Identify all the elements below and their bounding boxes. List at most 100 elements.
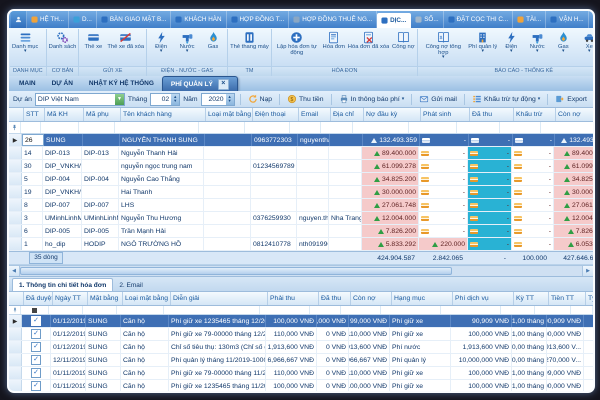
col-header-da_thu[interactable]: Đã thu <box>319 292 351 305</box>
year-input[interactable]: 2020 ▲▼ <box>201 93 235 106</box>
cell-loai[interactable]: Căn hộ <box>121 380 169 392</box>
cell-ky_tt[interactable]: 0,00 tháng <box>512 341 547 353</box>
app-tab[interactable] <box>11 11 27 28</box>
cell-ten[interactable]: LHS <box>119 199 204 211</box>
cell-stt[interactable]: 3 <box>22 212 43 224</box>
cell-dien_thoai[interactable]: 0812410778 <box>251 238 297 250</box>
col-header-dien_giai[interactable]: Diễn giải <box>171 292 268 305</box>
cell-dien_giai[interactable]: Phí giữ xe 1235465 tháng 11/2019 <box>169 380 266 392</box>
col-header-loai[interactable]: Loại mặt bằng <box>123 292 171 305</box>
cell-ma_kh[interactable]: SUNG <box>44 134 83 146</box>
cell-email[interactable] <box>297 225 329 237</box>
app-tab[interactable]: BÀN GIAO MẶT B... <box>97 11 172 28</box>
cell-con_no[interactable]: 6,966,667 VNĐ <box>349 354 390 366</box>
cell-phai_thu[interactable]: 100,000 VNĐ <box>266 380 317 392</box>
table-row[interactable]: 19DIP_VNKH/6...Hai Thanh30.000.000---30.… <box>9 186 593 199</box>
cell-dien_thoai[interactable] <box>251 147 297 159</box>
cell-con_no[interactable]: 110,000 VNĐ <box>349 367 390 379</box>
cell-ma_phu[interactable]: DIP-005 <box>82 225 119 237</box>
cell-da_thu[interactable]: 1,000 VNĐ <box>317 315 349 327</box>
table-row[interactable]: 8DIP-007DIP-007LHS27.061.748---27.061.74… <box>9 199 593 212</box>
filter-cell[interactable] <box>41 122 79 133</box>
cell-dia_chi[interactable] <box>329 199 362 211</box>
col-header-phai_thu[interactable]: Phải thu <box>268 292 319 305</box>
cell-dien_thoai[interactable] <box>251 173 297 185</box>
col-header-ngay_tt[interactable]: Ngày TT <box>53 292 88 305</box>
cell-ty_le[interactable]: 0,0 <box>584 341 593 353</box>
ribbon-button[interactable]: Công nợ <box>390 30 416 50</box>
cell-loai[interactable] <box>204 212 251 224</box>
scrollbar-thumb[interactable] <box>20 267 452 275</box>
cell-tien_tt[interactable]: 90,909 VNĐ <box>547 315 584 327</box>
ribbon-button[interactable]: Xe▾ <box>576 30 593 53</box>
cell-ten[interactable]: Nguyễn Cao Thắng <box>119 173 204 185</box>
cell-phat_sinh[interactable]: - <box>420 134 469 146</box>
cell-no_dau_ky[interactable]: 30.000.000 <box>362 186 419 198</box>
cell-phi_dich_vu[interactable]: 1,913,600 VNĐ <box>451 341 512 353</box>
cell-ty_le[interactable]: 0,0 <box>584 328 593 340</box>
cell-ky_tt[interactable]: 1,00 tháng <box>512 328 547 340</box>
cell-con_no[interactable]: 99,000 VNĐ <box>349 315 390 327</box>
col-header-phi_dich_vu[interactable]: Phí dịch vụ <box>453 292 514 305</box>
cell-phai_thu[interactable]: 110,000 VNĐ <box>266 328 317 340</box>
col-header-tien_tt[interactable]: Tiền TT <box>549 292 586 305</box>
app-tab[interactable]: HỢP ĐỒNG THUÊ NG... <box>289 11 377 28</box>
cell-con_no[interactable]: 132.493.359 <box>555 134 593 146</box>
cell-duyet[interactable]: ✓ <box>22 380 51 392</box>
cell-mat_bang[interactable]: SUNG <box>86 315 121 327</box>
cell-stt[interactable]: 1 <box>22 238 43 250</box>
cell-dien_giai[interactable]: Phí giữ xe 79-00000 tháng 12/2019 <box>169 328 266 340</box>
cell-tien_tt[interactable]: 6,270,000 V... <box>547 354 584 366</box>
cell-email[interactable] <box>297 199 329 211</box>
col-header-duyet[interactable]: Đã duyệt <box>24 292 53 305</box>
ribbon-button[interactable]: $Công nợ tổng hợp▾ <box>419 30 467 59</box>
cell-da_thu[interactable]: - <box>468 225 512 237</box>
cell-ten[interactable]: Nguyễn Thanh Hải <box>119 147 204 159</box>
ribbon-button[interactable]: Gas▾ <box>550 30 576 53</box>
ribbon-button[interactable]: Điện▾ <box>498 30 524 53</box>
cell-email[interactable]: nguyentha.. <box>298 134 330 146</box>
cell-ngay_tt[interactable]: 01/12/2019 <box>51 328 86 340</box>
cell-duyet[interactable]: ✓ <box>22 328 51 340</box>
filter-cell[interactable] <box>164 306 260 314</box>
cell-hang_muc[interactable]: Phí giữ xe <box>390 328 451 340</box>
cell-duyet[interactable]: ✓ <box>22 315 51 327</box>
cell-dien_thoai[interactable] <box>251 199 297 211</box>
col-header-con_no[interactable]: Còn nợ <box>351 292 392 305</box>
table-row[interactable]: ✓01/11/2019SUNGCăn hộPhí giữ xe 79-00000… <box>9 367 593 380</box>
cell-tien_tt[interactable]: 99,000 VNĐ <box>547 367 584 379</box>
filter-cell[interactable] <box>199 122 245 133</box>
ribbon-button[interactable]: Hóa đơn đã xóa <box>347 30 391 50</box>
cell-dien_thoai[interactable] <box>251 225 297 237</box>
cell-da_thu[interactable]: - <box>468 212 512 224</box>
cell-stt[interactable]: 30 <box>22 160 43 172</box>
filter-cell[interactable] <box>501 306 535 314</box>
cell-ma_phu[interactable]: DIP-004 <box>82 173 119 185</box>
row-selector[interactable] <box>9 147 22 159</box>
table-row[interactable]: ✓01/12/2019SUNGCăn hộChỉ số tiêu thụ: 13… <box>9 341 593 354</box>
row-selector[interactable] <box>9 238 22 250</box>
filter-cell[interactable] <box>79 122 115 133</box>
row-selector[interactable] <box>9 186 22 198</box>
checkbox-checked-icon[interactable]: ✓ <box>31 342 41 352</box>
filter-cell[interactable] <box>115 122 199 133</box>
filter-cell[interactable] <box>245 122 290 133</box>
doc-tab[interactable]: NHẬT KÝ HỆ THỐNG <box>81 76 162 91</box>
cell-con_no[interactable]: 34.825.200 <box>554 173 593 185</box>
cell-phi_dich_vu[interactable]: 100,000 VNĐ <box>451 380 512 392</box>
checkbox-checked-icon[interactable]: ✓ <box>31 329 41 339</box>
cell-khau_tru[interactable]: - <box>512 147 554 159</box>
app-tab[interactable]: TÀI... <box>513 11 546 28</box>
col-header-ma_phu[interactable]: Mã phụ <box>84 108 121 121</box>
ribbon-button[interactable]: Nước▾ <box>524 30 550 53</box>
cell-loai[interactable] <box>204 160 251 172</box>
doc-tab[interactable]: MAIN <box>11 76 44 91</box>
cell-dien_giai[interactable]: Phí giữ xe 79-00000 tháng 11/2019 <box>169 367 266 379</box>
chevron-down-icon[interactable]: ▼ <box>115 94 124 105</box>
table-row[interactable]: ✓12/11/2019SUNGCăn hộPhí quản lý tháng 1… <box>9 354 593 367</box>
cell-email[interactable] <box>297 147 329 159</box>
cell-loai[interactable] <box>204 173 251 185</box>
cell-dien_giai[interactable]: Chỉ số tiêu thụ: 130m3 (Chỉ số đầu: 0 - … <box>169 341 266 353</box>
cell-da_thu[interactable]: - <box>468 238 512 250</box>
app-tab[interactable]: LỊCH LÀM... <box>589 11 593 28</box>
